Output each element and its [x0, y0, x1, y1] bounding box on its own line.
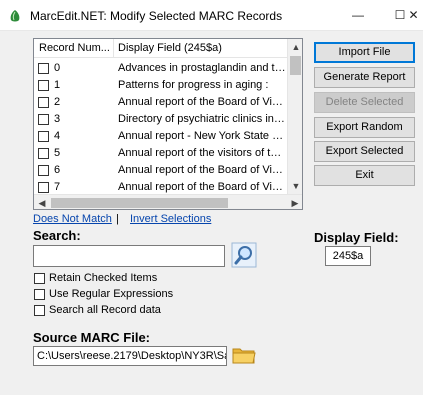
chevron-up-icon[interactable]: ▲ — [288, 39, 302, 55]
title-bar: MarcEdit.NET: Modify Selected MARC Recor… — [0, 0, 423, 31]
search-all-label: Search all Record data — [49, 304, 161, 316]
record-number: 2 — [54, 96, 61, 108]
record-list[interactable]: Record Num... Display Field (245$a) 0 Ad… — [33, 38, 303, 210]
window-title: MarcEdit.NET: Modify Selected MARC Recor… — [30, 9, 283, 23]
folder-icon[interactable] — [231, 344, 257, 366]
does-not-match-link[interactable]: Does Not Match — [33, 213, 112, 225]
list-item[interactable]: 1 Patterns for progress in aging : — [34, 77, 288, 94]
use-regex-label: Use Regular Expressions — [49, 288, 174, 300]
use-regex-checkbox[interactable] — [34, 289, 45, 300]
list-item[interactable]: 3 Directory of psychiatric clinics in N.… — [34, 111, 288, 128]
list-item[interactable]: 4 Annual report - New York State De... — [34, 128, 288, 145]
row-checkbox[interactable] — [38, 148, 49, 159]
retain-checked-checkbox[interactable] — [34, 273, 45, 284]
source-file-input[interactable]: C:\Users\reese.2179\Desktop\NY3R\Samp — [33, 346, 227, 366]
search-label: Search: — [33, 228, 81, 243]
display-field-label: Display Field: — [314, 230, 399, 245]
list-item[interactable]: 6 Annual report of the Board of Visito..… — [34, 162, 288, 179]
record-number: 4 — [54, 130, 61, 142]
horizontal-scrollbar[interactable]: ◀ ▶ — [34, 194, 302, 209]
marcedit-app-icon — [10, 10, 20, 22]
record-number: 3 — [54, 113, 61, 125]
list-item[interactable]: 2 Annual report of the Board of Visito..… — [34, 94, 288, 111]
column-divider[interactable] — [113, 39, 114, 58]
horizontal-scroll-thumb[interactable] — [51, 198, 228, 208]
list-item[interactable]: 0 Advances in prostaglandin and thr... — [34, 60, 288, 77]
delete-selected-button[interactable]: Delete Selected — [314, 92, 415, 113]
minimize-button[interactable]: — — [337, 0, 379, 31]
record-display: Annual report - New York State De... — [118, 130, 286, 142]
display-field-input[interactable]: 245$a — [325, 246, 371, 266]
row-checkbox[interactable] — [38, 80, 49, 91]
exit-button[interactable]: Exit — [314, 165, 415, 186]
list-header: Record Num... Display Field (245$a) — [34, 39, 288, 58]
close-button[interactable]: ✕ — [404, 0, 423, 31]
chevron-down-icon[interactable]: ▼ — [288, 178, 302, 194]
row-checkbox[interactable] — [38, 97, 49, 108]
search-input[interactable] — [33, 245, 225, 267]
record-display: Annual report of the Board of Visito... — [118, 164, 286, 176]
vertical-scroll-thumb[interactable] — [290, 56, 301, 75]
row-checkbox[interactable] — [38, 63, 49, 74]
invert-selections-link[interactable]: Invert Selections — [130, 213, 211, 225]
magnifier-icon[interactable] — [231, 242, 257, 268]
vertical-scrollbar[interactable]: ▲ ▼ — [287, 39, 302, 194]
search-all-checkbox[interactable] — [34, 305, 45, 316]
source-file-label: Source MARC File: — [33, 330, 151, 345]
row-checkbox[interactable] — [38, 131, 49, 142]
record-display: Advances in prostaglandin and thr... — [118, 62, 286, 74]
record-display: Directory of psychiatric clinics in N... — [118, 113, 286, 125]
record-display: Annual report of the Board of Visito... — [118, 96, 286, 108]
row-checkbox[interactable] — [38, 182, 49, 193]
record-display: Patterns for progress in aging : — [118, 79, 269, 91]
record-number: 7 — [54, 181, 61, 193]
record-number: 6 — [54, 164, 61, 176]
import-file-button[interactable]: Import File — [314, 42, 415, 63]
column-header-record-number[interactable]: Record Num... — [39, 42, 110, 54]
retain-checked-label: Retain Checked Items — [49, 272, 158, 284]
record-number: 5 — [54, 147, 61, 159]
generate-report-button[interactable]: Generate Report — [314, 67, 415, 88]
export-selected-button[interactable]: Export Selected — [314, 141, 415, 162]
list-item[interactable]: 5 Annual report of the visitors of the .… — [34, 145, 288, 162]
record-number: 1 — [54, 79, 61, 91]
export-random-button[interactable]: Export Random — [314, 117, 415, 138]
record-display: Annual report of the Board of Visito... — [118, 181, 286, 193]
chevron-right-icon[interactable]: ▶ — [287, 195, 302, 209]
link-separator: | — [116, 213, 119, 225]
record-number: 0 — [54, 62, 61, 74]
chevron-left-icon[interactable]: ◀ — [34, 195, 50, 209]
column-header-display-field[interactable]: Display Field (245$a) — [118, 42, 222, 54]
row-checkbox[interactable] — [38, 165, 49, 176]
row-checkbox[interactable] — [38, 114, 49, 125]
record-display: Annual report of the visitors of the ... — [118, 147, 286, 159]
